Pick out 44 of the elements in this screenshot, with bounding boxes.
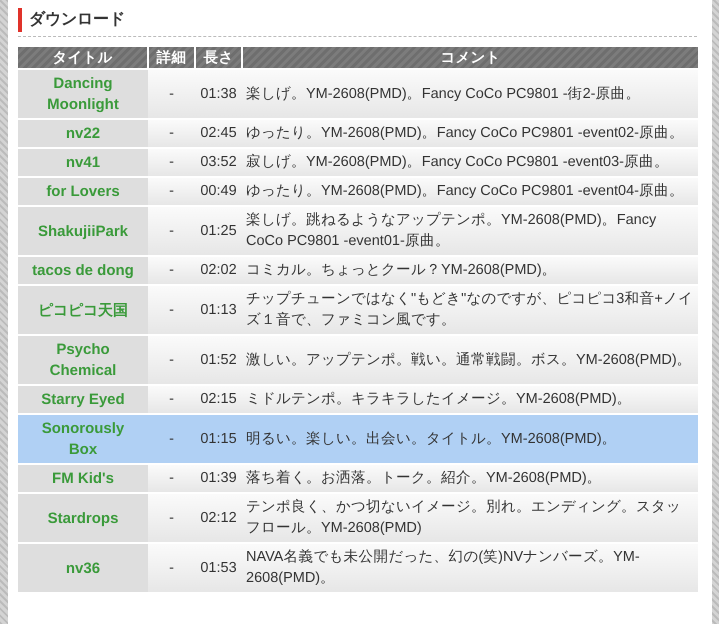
length-cell: 02:15: [195, 385, 242, 414]
length-cell: 01:15: [195, 414, 242, 464]
length-cell: 01:13: [195, 285, 242, 335]
length-cell: 01:53: [195, 543, 242, 592]
comment-cell: テンポ良く、かつ切ないイメージ。別れ。エンディング。スタッフロール。YM-2608(PMD): [242, 493, 698, 543]
detail-cell: -: [148, 177, 195, 206]
comment-cell: 明るい。楽しい。出会い。タイトル。YM-2608(PMD)。: [242, 414, 698, 464]
comment-cell: ゆったり。YM-2608(PMD)。Fancy CoCo PC9801 -event04-原曲。: [242, 177, 698, 206]
comment-cell: チップチューンではなく"もどき"なのですが、ピコピコ3和音+ノイズ１音で、ファミコン風です。: [242, 285, 698, 335]
detail-cell: -: [148, 256, 195, 285]
column-header: コメント: [242, 47, 698, 69]
detail-cell: -: [148, 69, 195, 119]
length-cell: 02:02: [195, 256, 242, 285]
length-cell: 02:45: [195, 119, 242, 148]
column-header: タイトル: [18, 47, 148, 69]
length-cell: 01:38: [195, 69, 242, 119]
length-cell: 02:12: [195, 493, 242, 543]
length-cell: 01:52: [195, 335, 242, 385]
comment-cell: 寂しげ。YM-2608(PMD)。Fancy CoCo PC9801 -event03-原曲。: [242, 148, 698, 177]
section-heading: ダウンロード: [18, 8, 697, 32]
length-cell: 00:49: [195, 177, 242, 206]
comment-cell: 落ち着く。お洒落。トーク。紹介。YM-2608(PMD)。: [242, 464, 698, 493]
length-cell: 01:25: [195, 206, 242, 256]
length-cell: 01:39: [195, 464, 242, 493]
detail-cell: -: [148, 148, 195, 177]
comment-cell: 楽しげ。跳ねるようなアップテンポ。YM-2608(PMD)。Fancy CoCo PC9801 -event01-原曲。: [242, 206, 698, 256]
comment-cell: NAVA名義でも未公開だった、幻の(笑)NVナンバーズ。YM-2608(PMD)。: [242, 543, 698, 592]
detail-cell: -: [148, 206, 195, 256]
column-header: 長さ: [195, 47, 242, 69]
detail-cell: -: [148, 385, 195, 414]
detail-cell: -: [148, 493, 195, 543]
detail-cell: -: [148, 464, 195, 493]
comment-cell: コミカル。ちょっとクール？YM-2608(PMD)。: [242, 256, 698, 285]
detail-cell: -: [148, 543, 195, 592]
comment-cell: ミドルテンポ。キラキラしたイメージ。YM-2608(PMD)。: [242, 385, 698, 414]
comment-cell: ゆったり。YM-2608(PMD)。Fancy CoCo PC9801 -event02-原曲。: [242, 119, 698, 148]
comment-cell: 激しい。アップテンポ。戦い。通常戦闘。ボス。YM-2608(PMD)。: [242, 335, 698, 385]
detail-cell: -: [148, 285, 195, 335]
detail-cell: -: [148, 414, 195, 464]
detail-cell: -: [148, 335, 195, 385]
detail-cell: -: [148, 119, 195, 148]
length-cell: 03:52: [195, 148, 242, 177]
comment-cell: 楽しげ。YM-2608(PMD)。Fancy CoCo PC9801 -街2-原曲。: [242, 69, 698, 119]
column-header: 詳細: [148, 47, 195, 69]
